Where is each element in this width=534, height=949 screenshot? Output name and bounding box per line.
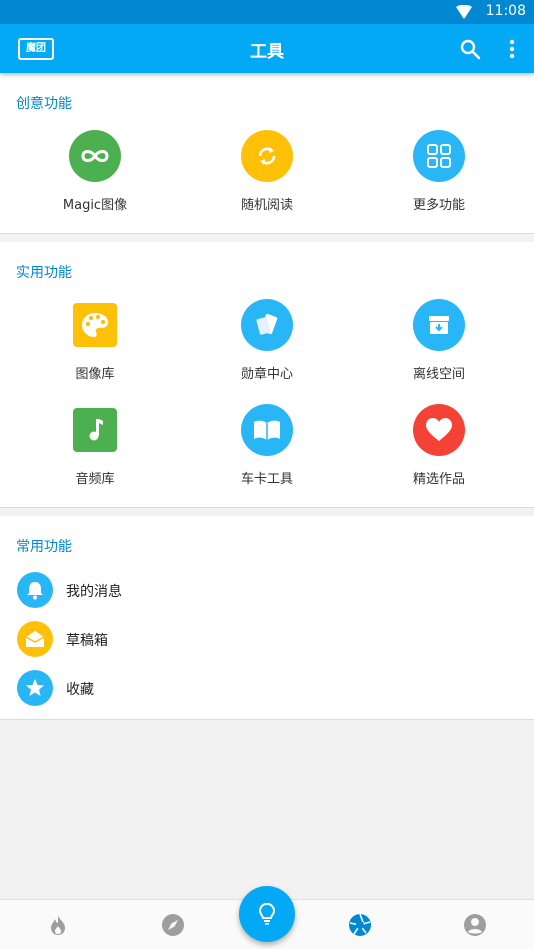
shuffle-refresh-icon bbox=[241, 130, 293, 182]
grid-item-magic-image[interactable]: Magic图像 bbox=[6, 130, 184, 213]
star-icon bbox=[17, 670, 53, 706]
fire-icon[interactable] bbox=[46, 913, 70, 937]
grid-item-label: 离线空间 bbox=[412, 367, 465, 382]
music-note-icon bbox=[73, 408, 117, 452]
page-title: 工具 bbox=[250, 42, 284, 62]
list-item-drafts[interactable]: 草稿箱 bbox=[0, 616, 534, 662]
grid-item-label: 更多功能 bbox=[412, 198, 465, 213]
archive-icon bbox=[413, 299, 465, 351]
list-item-label: 收藏 bbox=[66, 682, 94, 698]
list-item-my-messages[interactable]: 我的消息 bbox=[0, 567, 534, 613]
status-bar: 11:08 bbox=[0, 0, 534, 24]
grid-icon bbox=[413, 130, 465, 182]
grid-item-card-tool[interactable]: 车卡工具 bbox=[178, 404, 356, 487]
section-title: 常用功能 bbox=[16, 539, 72, 555]
section-practical: 实用功能 图像库 勋章中心 离线空间 音频库 车卡工具 精选作品 bbox=[0, 242, 534, 508]
grid-item-random-read[interactable]: 随机阅读 bbox=[178, 130, 356, 213]
grid-item-label: Magic图像 bbox=[62, 198, 128, 213]
grid-item-medal-center[interactable]: 勋章中心 bbox=[178, 299, 356, 382]
palette-icon bbox=[73, 303, 117, 347]
envelope-open-icon bbox=[17, 621, 53, 657]
grid-item-label: 精选作品 bbox=[412, 472, 465, 487]
section-title: 实用功能 bbox=[16, 265, 72, 281]
infinity-icon bbox=[69, 130, 121, 182]
aperture-icon[interactable] bbox=[348, 913, 372, 937]
bell-icon bbox=[17, 572, 53, 608]
app-bar: 魔团 工具 bbox=[0, 24, 534, 73]
more-vert-icon[interactable] bbox=[503, 37, 521, 61]
grid-item-label: 随机阅读 bbox=[240, 198, 293, 213]
grid-item-label: 勋章中心 bbox=[240, 367, 293, 382]
list-item-label: 我的消息 bbox=[66, 584, 122, 600]
lightbulb-fab-button[interactable] bbox=[239, 886, 295, 942]
cards-icon bbox=[241, 299, 293, 351]
lightbulb-icon bbox=[258, 902, 276, 925]
compass-icon[interactable] bbox=[161, 913, 185, 937]
grid-item-featured-works[interactable]: 精选作品 bbox=[350, 404, 528, 487]
section-common: 常用功能 我的消息 草稿箱 收藏 bbox=[0, 516, 534, 720]
section-title: 创意功能 bbox=[16, 96, 72, 112]
grid-item-image-library[interactable]: 图像库 bbox=[6, 299, 184, 382]
section-creative: 创意功能 Magic图像 随机阅读 更多功能 bbox=[0, 73, 534, 234]
grid-item-label: 音频库 bbox=[75, 472, 115, 487]
account-icon[interactable] bbox=[463, 913, 487, 937]
grid-item-label: 车卡工具 bbox=[240, 472, 293, 487]
book-icon bbox=[241, 404, 293, 456]
search-icon[interactable] bbox=[458, 37, 482, 61]
grid-item-audio-library[interactable]: 音频库 bbox=[6, 404, 184, 487]
status-time: 11:08 bbox=[485, 3, 526, 19]
wifi-icon bbox=[456, 5, 472, 19]
grid-item-more-functions[interactable]: 更多功能 bbox=[350, 130, 528, 213]
grid-item-offline-space[interactable]: 离线空间 bbox=[350, 299, 528, 382]
grid-item-label: 图像库 bbox=[75, 367, 115, 382]
list-item-label: 草稿箱 bbox=[66, 633, 108, 649]
list-item-favorites[interactable]: 收藏 bbox=[0, 665, 534, 711]
heart-icon bbox=[413, 404, 465, 456]
